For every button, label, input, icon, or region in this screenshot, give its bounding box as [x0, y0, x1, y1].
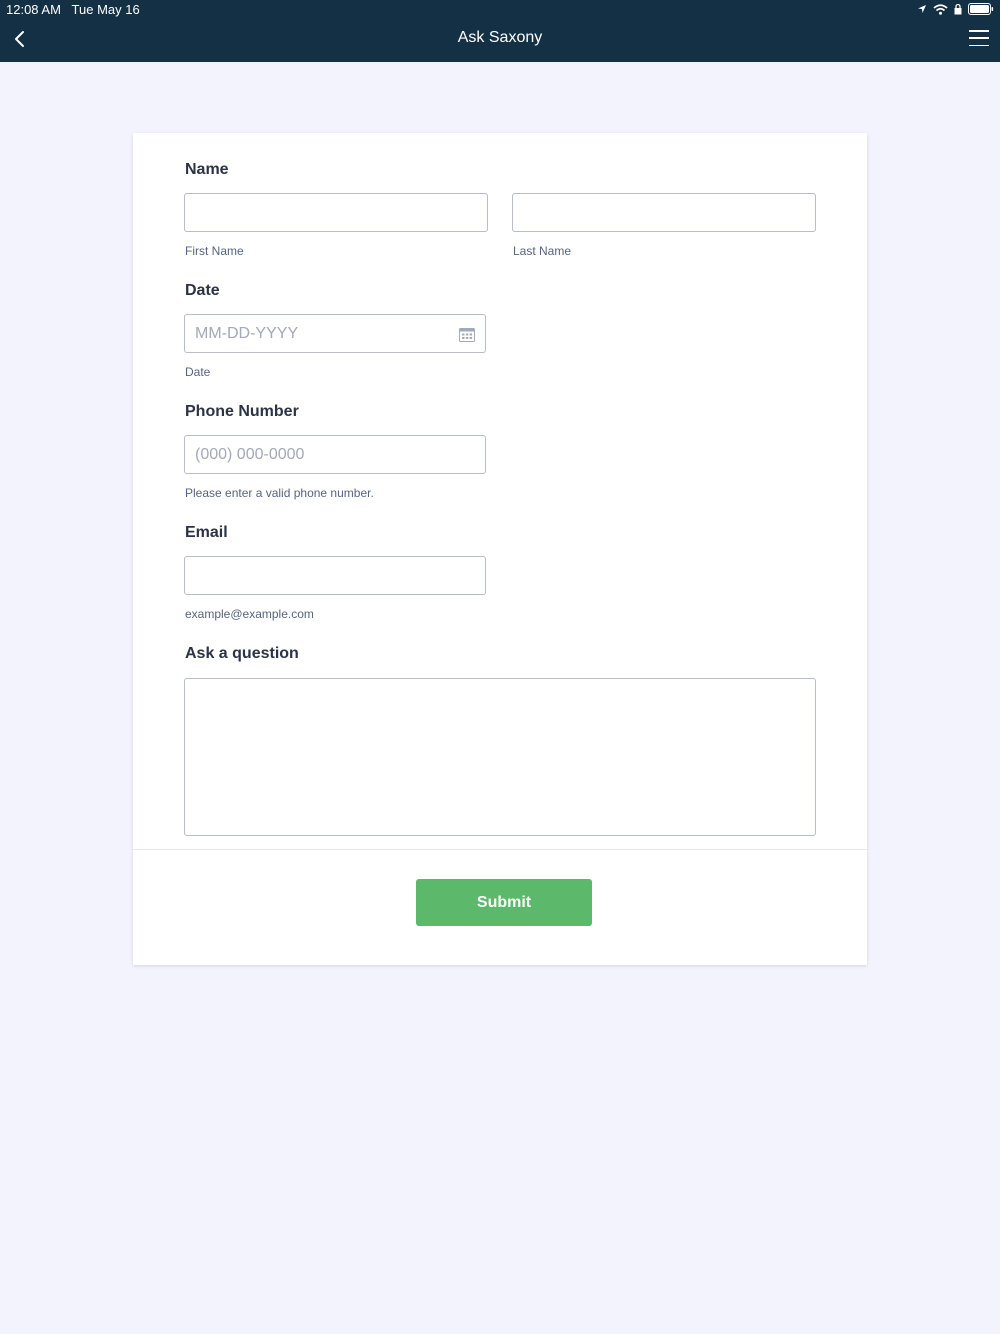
- submit-button[interactable]: Submit: [416, 879, 592, 926]
- calendar-icon[interactable]: [459, 327, 475, 342]
- status-date: Tue May 16: [71, 2, 140, 17]
- date-input[interactable]: [184, 314, 486, 353]
- question-label: Ask a question: [185, 645, 299, 662]
- top-bar: 12:08 AM Tue May 16 Ask Saxony: [0, 0, 1000, 62]
- location-icon: [918, 5, 926, 13]
- status-bar-datetime: 12:08 AM Tue May 16: [6, 2, 140, 17]
- email-sublabel: example@example.com: [185, 607, 314, 621]
- question-textarea[interactable]: [184, 678, 816, 836]
- status-icons: [917, 3, 994, 15]
- last-name-input[interactable]: [512, 193, 816, 232]
- date-label: Date: [185, 282, 220, 299]
- status-time: 12:08 AM: [6, 2, 61, 17]
- first-name-input[interactable]: [184, 193, 488, 232]
- form-card: Name First Name Last Name Date Date Phon…: [133, 133, 867, 965]
- battery-icon: [968, 3, 994, 15]
- wifi-icon: [933, 3, 948, 15]
- first-name-sublabel: First Name: [185, 244, 244, 258]
- form-divider: [133, 849, 867, 850]
- last-name-sublabel: Last Name: [513, 244, 572, 258]
- email-input[interactable]: [184, 556, 486, 595]
- lock-rotation-icon: [954, 3, 962, 14]
- page-title: Ask Saxony: [457, 29, 543, 46]
- phone-label: Phone Number: [185, 403, 299, 420]
- phone-input[interactable]: [184, 435, 486, 474]
- phone-sublabel: Please enter a valid phone number.: [185, 486, 374, 500]
- email-label: Email: [185, 524, 228, 541]
- date-sublabel: Date: [185, 365, 211, 379]
- hamburger-menu-icon[interactable]: [968, 28, 990, 48]
- name-label: Name: [185, 161, 229, 178]
